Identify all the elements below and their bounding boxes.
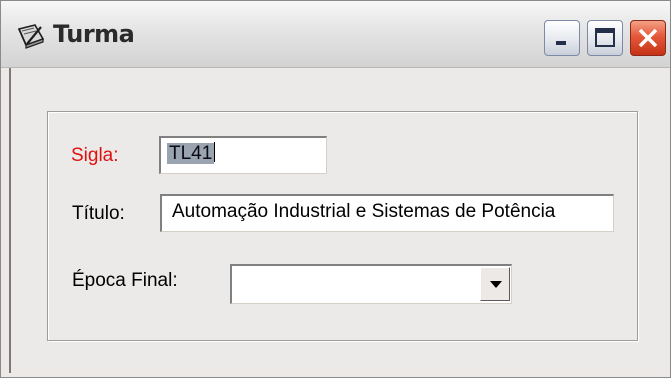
- epoca-final-select[interactable]: [230, 264, 512, 304]
- epoca-final-dropdown-button[interactable]: [480, 267, 510, 301]
- minimize-icon: [556, 41, 566, 45]
- maximize-icon: [595, 28, 615, 47]
- titulo-input[interactable]: Automação Industrial e Sistemas de Potên…: [160, 194, 614, 232]
- sigla-label: Sigla:: [71, 145, 119, 166]
- window-title: Turma: [53, 20, 135, 48]
- minimize-button[interactable]: [544, 20, 580, 56]
- notebook-pencil-icon: [13, 23, 45, 49]
- maximize-button[interactable]: [587, 20, 623, 56]
- title-bar[interactable]: Turma: [1, 1, 670, 68]
- sigla-input[interactable]: TL41: [159, 136, 327, 174]
- text-caret: [214, 142, 216, 162]
- close-icon: [638, 28, 658, 48]
- sigla-value: TL41: [167, 143, 215, 164]
- chevron-down-icon: [490, 281, 502, 288]
- close-button[interactable]: [630, 20, 666, 56]
- titulo-label: Título:: [72, 203, 125, 224]
- epoca-final-label: Época Final:: [72, 270, 178, 291]
